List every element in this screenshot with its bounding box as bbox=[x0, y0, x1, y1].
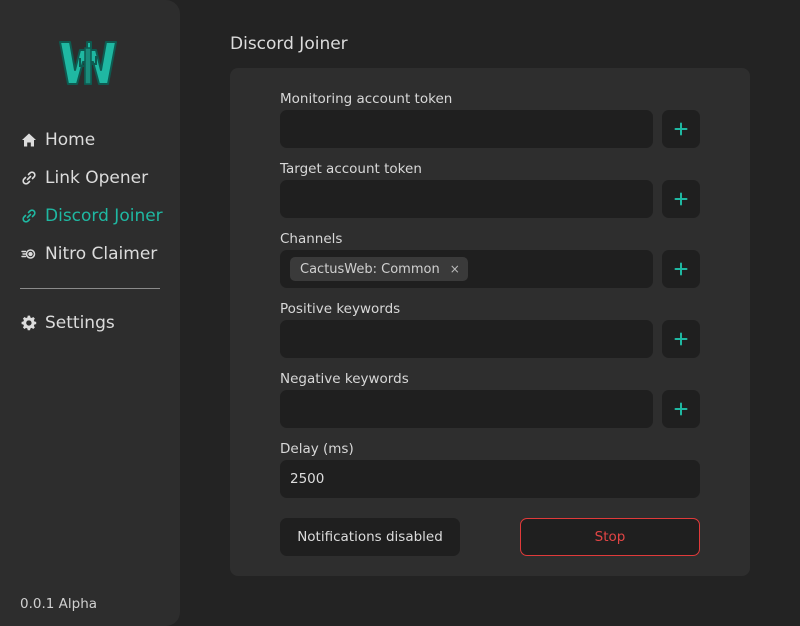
target-token-input[interactable] bbox=[280, 180, 653, 218]
sidebar: Home Link Opener Discord Joiner Nitro Cl… bbox=[0, 0, 180, 626]
negative-keywords-label: Negative keywords bbox=[280, 371, 409, 387]
delay-label: Delay (ms) bbox=[280, 441, 354, 457]
cactus-logo-icon bbox=[58, 38, 118, 88]
positive-keywords-input[interactable] bbox=[280, 320, 653, 358]
add-positive-keyword-button[interactable] bbox=[662, 320, 700, 358]
plus-icon bbox=[674, 332, 688, 346]
sidebar-item-discord-joiner[interactable]: Discord Joiner bbox=[20, 204, 163, 228]
channels-input[interactable]: CactusWeb: Common × bbox=[280, 250, 653, 288]
add-negative-keyword-button[interactable] bbox=[662, 390, 700, 428]
sidebar-item-link-opener[interactable]: Link Opener bbox=[20, 166, 148, 190]
add-monitoring-token-button[interactable] bbox=[662, 110, 700, 148]
plus-icon bbox=[674, 262, 688, 276]
monitoring-token-input[interactable] bbox=[280, 110, 653, 148]
channel-chip: CactusWeb: Common × bbox=[290, 257, 468, 281]
stop-button[interactable]: Stop bbox=[520, 518, 700, 556]
gear-icon bbox=[20, 315, 37, 332]
add-channel-button[interactable] bbox=[662, 250, 700, 288]
plus-icon bbox=[674, 192, 688, 206]
target-token-label: Target account token bbox=[280, 161, 422, 177]
plus-icon bbox=[674, 122, 688, 136]
notifications-toggle-button[interactable]: Notifications disabled bbox=[280, 518, 460, 556]
add-target-token-button[interactable] bbox=[662, 180, 700, 218]
sidebar-item-settings[interactable]: Settings bbox=[20, 311, 115, 335]
negative-keywords-input[interactable] bbox=[280, 390, 653, 428]
sidebar-divider bbox=[20, 288, 160, 289]
delay-input[interactable] bbox=[280, 460, 700, 498]
positive-keywords-label: Positive keywords bbox=[280, 301, 401, 317]
link-icon bbox=[20, 208, 37, 225]
plus-icon bbox=[674, 402, 688, 416]
channel-chip-label: CactusWeb: Common bbox=[300, 261, 440, 277]
version-label: 0.0.1 Alpha bbox=[20, 596, 98, 612]
monitoring-token-label: Monitoring account token bbox=[280, 91, 453, 107]
sidebar-item-label: Home bbox=[45, 130, 96, 150]
channels-label: Channels bbox=[280, 231, 343, 247]
sidebar-item-label: Link Opener bbox=[45, 168, 149, 188]
sidebar-item-label: Settings bbox=[45, 313, 115, 333]
chip-close-icon[interactable]: × bbox=[450, 262, 460, 276]
sidebar-item-nitro-claimer[interactable]: Nitro Claimer bbox=[20, 242, 157, 266]
app-window: Home Link Opener Discord Joiner Nitro Cl… bbox=[0, 0, 800, 626]
sidebar-item-home[interactable]: Home bbox=[20, 128, 95, 152]
sidebar-item-label: Nitro Claimer bbox=[45, 244, 158, 264]
sidebar-item-label: Discord Joiner bbox=[45, 206, 163, 226]
home-icon bbox=[20, 132, 37, 149]
nitro-icon bbox=[20, 246, 37, 263]
page-title: Discord Joiner bbox=[230, 34, 348, 54]
link-icon bbox=[20, 170, 37, 187]
